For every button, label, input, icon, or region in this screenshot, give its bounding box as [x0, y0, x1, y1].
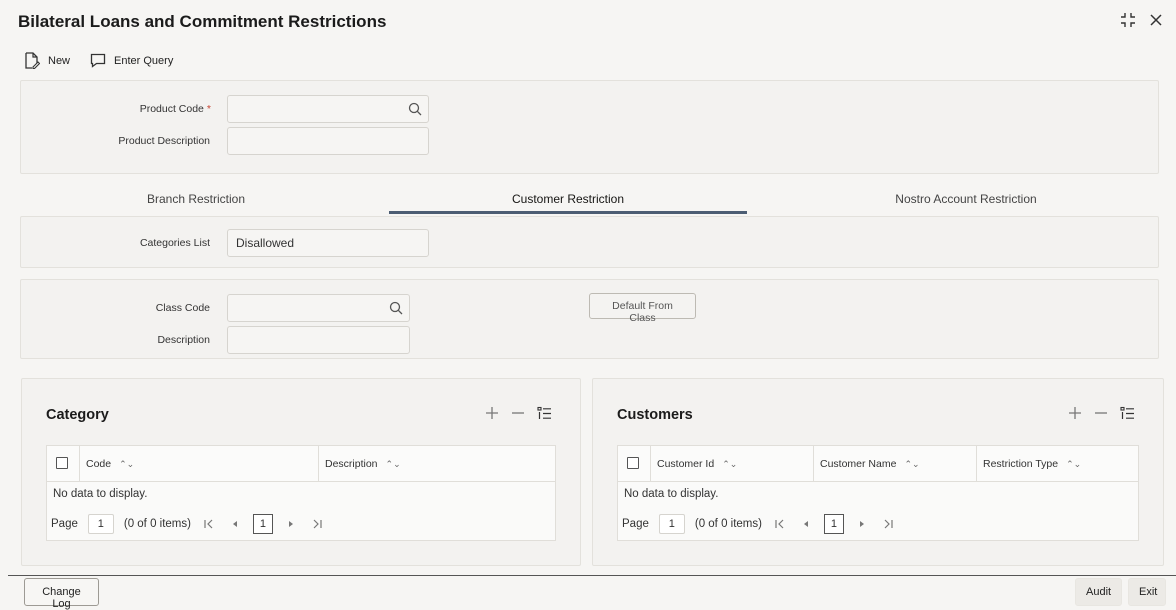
add-row-icon[interactable] — [1067, 405, 1083, 421]
column-header-code[interactable]: Code ⌃⌄ — [79, 446, 319, 482]
collapse-icon[interactable] — [1120, 12, 1136, 28]
categories-list-field[interactable]: Disallowed — [227, 229, 429, 257]
change-log-button[interactable]: Change Log — [24, 578, 99, 610]
class-code-label: Class Code — [155, 302, 210, 314]
previous-page-icon[interactable] — [798, 516, 814, 532]
product-panel: Product Code * Product Description — [20, 80, 1159, 174]
page-label: Page — [622, 518, 649, 530]
select-all-checkbox[interactable] — [56, 457, 68, 469]
new-label: New — [48, 54, 71, 67]
column-header-restriction-type[interactable]: Restriction Type ⌃⌄ — [977, 446, 1140, 482]
category-table: Code ⌃⌄ Description ⌃⌄ No data to display.… — [46, 445, 556, 541]
customers-table: Customer Id ⌃⌄ Customer Name ⌃⌄ Restrictio… — [617, 445, 1139, 541]
page-label: Page — [51, 518, 78, 530]
category-grid-actions — [484, 405, 552, 421]
query-chat-icon — [90, 53, 106, 68]
product-description-label: Product Description — [118, 135, 210, 147]
current-page[interactable]: 1 — [252, 514, 273, 534]
customers-grid-panel: Customers Customer Id ⌃⌄ Customer Name ⌃⌄ … — [592, 378, 1164, 566]
window-title: Bilateral Loans and Commitment Restricti… — [18, 12, 387, 31]
customers-pagination: Page 1 (0 of 0 items) 1 — [622, 514, 896, 534]
class-description-input[interactable] — [227, 326, 410, 354]
category-grid-title: Category — [46, 407, 109, 423]
customers-grid-actions — [1067, 405, 1135, 421]
categories-list-label: Categories List — [139, 237, 210, 249]
search-icon[interactable] — [408, 102, 422, 116]
single-view-icon[interactable] — [1119, 405, 1135, 421]
select-all-checkbox[interactable] — [627, 457, 639, 469]
customers-grid-title: Customers — [617, 407, 693, 423]
column-header-description[interactable]: Description ⌃⌄ — [319, 446, 557, 482]
no-data-message: No data to display. — [53, 488, 148, 500]
exit-button[interactable]: Exit — [1128, 578, 1166, 606]
sort-icon: ⌃⌄ — [119, 459, 135, 469]
audit-button[interactable]: Audit — [1075, 578, 1122, 606]
product-code-input[interactable] — [227, 95, 429, 123]
class-code-input[interactable] — [227, 294, 410, 322]
enter-query-button[interactable]: Enter Query — [90, 52, 173, 69]
first-page-icon[interactable] — [201, 516, 217, 532]
close-icon[interactable] — [1148, 12, 1164, 28]
product-description-input[interactable] — [227, 127, 429, 155]
page-number-input[interactable]: 1 — [87, 514, 114, 534]
toolbar: New Enter Query — [24, 52, 173, 69]
tab-nostro-account-restriction[interactable]: Nostro Account Restriction — [772, 186, 1160, 214]
categories-panel: Categories List Disallowed — [20, 216, 1159, 268]
items-count: (0 of 0 items) — [123, 518, 191, 530]
required-mark: * — [206, 103, 211, 115]
last-page-icon[interactable] — [309, 516, 325, 532]
new-document-icon — [24, 52, 40, 69]
category-table-header: Code ⌃⌄ Description ⌃⌄ — [47, 446, 555, 482]
enter-query-label: Enter Query — [114, 54, 174, 67]
single-view-icon[interactable] — [536, 405, 552, 421]
sort-icon: ⌃⌄ — [722, 459, 738, 469]
sort-icon: ⌃⌄ — [904, 459, 920, 469]
page-number-input[interactable]: 1 — [658, 514, 685, 534]
add-row-icon[interactable] — [484, 405, 500, 421]
category-grid-panel: Category Code ⌃⌄ Description ⌃⌄ No data to… — [21, 378, 581, 566]
current-page[interactable]: 1 — [823, 514, 844, 534]
tab-branch-restriction[interactable]: Branch Restriction — [20, 186, 372, 214]
sort-icon: ⌃⌄ — [1066, 459, 1082, 469]
categories-list-value: Disallowed — [236, 236, 295, 250]
next-page-icon[interactable] — [283, 516, 299, 532]
window-controls — [1120, 12, 1164, 28]
no-data-message: No data to display. — [624, 488, 719, 500]
first-page-icon[interactable] — [772, 516, 788, 532]
category-pagination: Page 1 (0 of 0 items) 1 — [51, 514, 325, 534]
items-count: (0 of 0 items) — [694, 518, 762, 530]
default-from-class-button[interactable]: Default From Class — [589, 293, 696, 324]
delete-row-icon[interactable] — [510, 405, 526, 421]
class-panel: Class Code Description Default From Clas… — [20, 279, 1159, 359]
last-page-icon[interactable] — [880, 516, 896, 532]
customers-table-header: Customer Id ⌃⌄ Customer Name ⌃⌄ Restrictio… — [618, 446, 1138, 482]
previous-page-icon[interactable] — [227, 516, 243, 532]
tab-customer-restriction[interactable]: Customer Restriction — [389, 186, 747, 214]
next-page-icon[interactable] — [854, 516, 870, 532]
delete-row-icon[interactable] — [1093, 405, 1109, 421]
footer-divider — [8, 575, 1176, 576]
new-button[interactable]: New — [24, 52, 70, 69]
column-header-customer-name[interactable]: Customer Name ⌃⌄ — [814, 446, 977, 482]
product-code-label: Product Code * — [139, 103, 211, 115]
column-header-customer-id[interactable]: Customer Id ⌃⌄ — [650, 446, 814, 482]
search-icon[interactable] — [389, 301, 403, 315]
sort-icon: ⌃⌄ — [385, 459, 401, 469]
class-description-label: Description — [157, 334, 210, 346]
restriction-tabs: Branch Restriction Customer Restriction … — [20, 186, 1160, 214]
